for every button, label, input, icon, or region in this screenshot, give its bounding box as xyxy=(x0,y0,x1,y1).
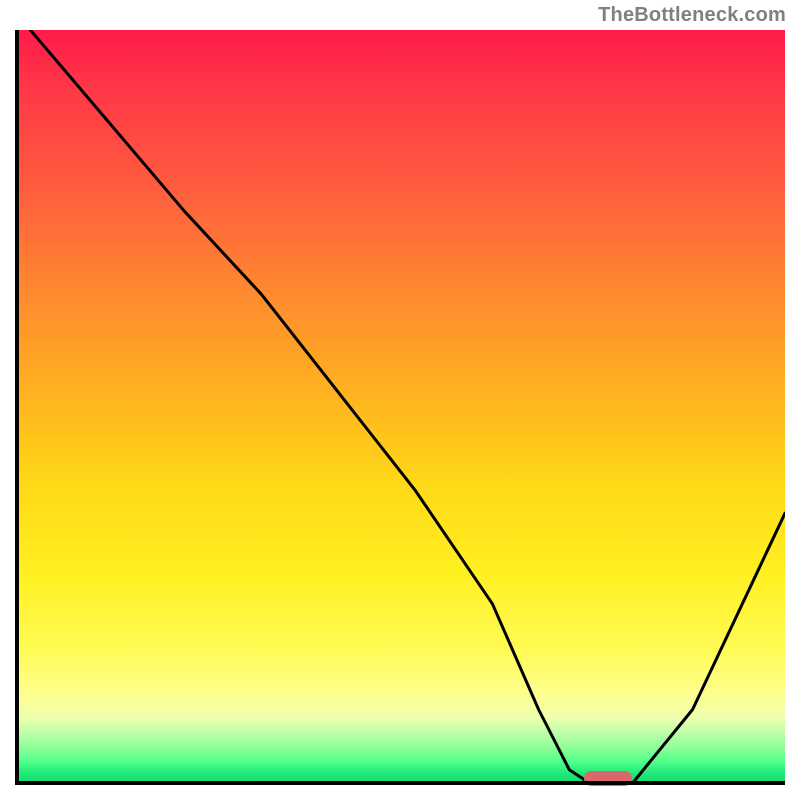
plot-gradient-background xyxy=(15,30,785,785)
y-axis xyxy=(15,30,19,785)
bottleneck-chart: TheBottleneck.com xyxy=(0,0,800,800)
watermark-text: TheBottleneck.com xyxy=(598,4,786,27)
x-axis xyxy=(15,781,785,785)
